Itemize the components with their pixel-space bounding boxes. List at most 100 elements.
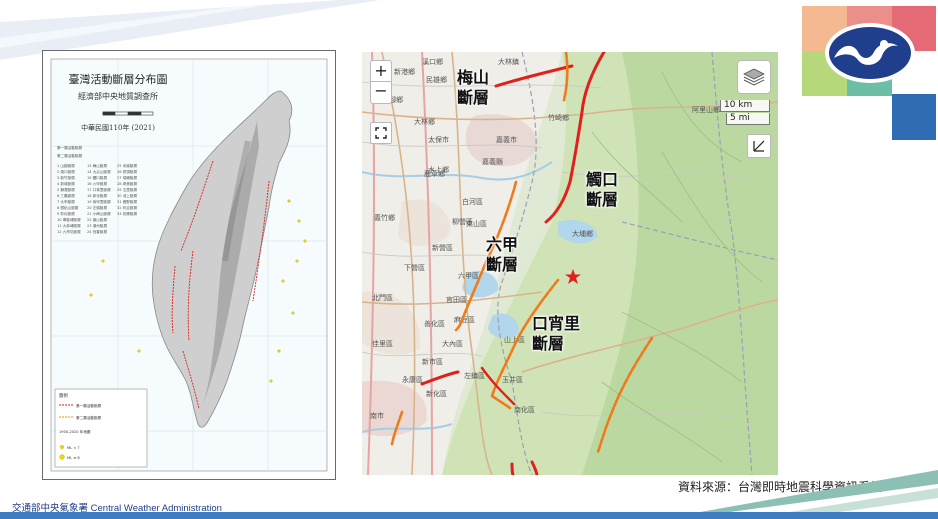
fault-label-chukou-line1: 觸口 xyxy=(586,170,619,189)
fault-label-liuchia: 六甲 斷層 xyxy=(486,235,518,275)
svg-text:太保市: 太保市 xyxy=(428,135,449,144)
svg-text:29 玉里斷層: 29 玉里斷層 xyxy=(117,187,137,192)
svg-text:第一類活動斷層: 第一類活動斷層 xyxy=(57,145,83,150)
svg-text:1 山腳斷層: 1 山腳斷層 xyxy=(57,163,75,168)
svg-text:南市: 南市 xyxy=(370,411,384,420)
svg-text:16 六甲斷層: 16 六甲斷層 xyxy=(87,181,107,186)
svg-text:嘉義市: 嘉義市 xyxy=(496,135,517,144)
epicenter-star-icon xyxy=(565,269,581,284)
svg-text:11 大茅埔斷層: 11 大茅埔斷層 xyxy=(57,223,81,228)
svg-text:六甲區: 六甲區 xyxy=(458,271,479,280)
svg-text:北門區: 北門區 xyxy=(372,294,393,302)
interactive-fault-map[interactable]: 溪口鄉大林鎮新港鄉 民雄鄉六腳鄉北港鎮 竹崎鄉太保市嘉義市 大林鄉子市嘉義縣 水… xyxy=(362,52,778,475)
svg-text:23 潮州斷層: 23 潮州斷層 xyxy=(87,223,107,228)
map-tiles[interactable]: 溪口鄉大林鎮新港鄉 民雄鄉六腳鄉北港鎮 竹崎鄉太保市嘉義市 大林鄉子市嘉義縣 水… xyxy=(362,52,778,475)
measure-button[interactable] xyxy=(747,134,771,158)
svg-text:24 恆春斷層: 24 恆春斷層 xyxy=(87,229,107,234)
svg-text:永康區: 永康區 xyxy=(402,375,423,384)
svg-text:33 初鄉斷層: 33 初鄉斷層 xyxy=(117,211,137,216)
svg-text:白河區: 白河區 xyxy=(462,197,483,206)
svg-text:大埔鄉: 大埔鄉 xyxy=(572,229,593,238)
zoom-out-button[interactable]: − xyxy=(370,82,392,104)
svg-text:ML < 7: ML < 7 xyxy=(67,446,80,450)
svg-text:義竹鄉: 義竹鄉 xyxy=(374,213,395,222)
svg-text:27 瑞穗斷層: 27 瑞穗斷層 xyxy=(117,175,137,180)
svg-text:25 米崙斷層: 25 米崙斷層 xyxy=(117,163,137,168)
svg-text:12 九芎坑斷層: 12 九芎坑斷層 xyxy=(57,229,81,234)
svg-text:鹿草鄉: 鹿草鄉 xyxy=(424,169,445,178)
fault-label-meishan: 梅山 斷層 xyxy=(457,68,489,108)
svg-text:30 池上斷層: 30 池上斷層 xyxy=(117,193,137,198)
svg-text:竹崎鄉: 竹崎鄉 xyxy=(548,113,569,122)
svg-text:3 新竹斷層: 3 新竹斷層 xyxy=(57,175,75,180)
svg-text:20 左鎮斷層: 20 左鎮斷層 xyxy=(87,205,107,210)
layers-icon xyxy=(743,68,765,86)
svg-text:17 口宵里斷層: 17 口宵里斷層 xyxy=(87,187,111,192)
svg-text:10 車籠埔斷層: 10 車籠埔斷層 xyxy=(57,217,81,222)
cwa-emblem-icon xyxy=(825,23,915,83)
svg-text:22 旗山斷層: 22 旗山斷層 xyxy=(87,217,107,222)
svg-text:柳營區: 柳營區 xyxy=(452,217,473,226)
svg-text:8 鐵砧山斷層: 8 鐵砧山斷層 xyxy=(57,205,79,210)
svg-text:ML ≥ 8: ML ≥ 8 xyxy=(67,456,80,460)
fault-label-chukou-line2: 斷層 xyxy=(586,190,619,209)
svg-text:大林鄉: 大林鄉 xyxy=(414,117,435,126)
fault-label-kouhsiaoli: 口宵里 斷層 xyxy=(532,314,580,354)
fault-label-meishan-line1: 梅山 xyxy=(457,68,490,87)
map-title: 臺灣活動斷層分布圖 xyxy=(68,73,168,86)
svg-text:圖例: 圖例 xyxy=(59,392,68,399)
taiwan-fault-map-graphic: 第一類活動斷層第二類活動斷層 1 山腳斷層2 湖口斷層3 新竹斷層 4 新城斷層… xyxy=(50,58,328,472)
svg-text:14 大尖山斷層: 14 大尖山斷層 xyxy=(87,169,111,174)
svg-text:9 彰化斷層: 9 彰化斷層 xyxy=(57,211,75,216)
svg-text:左鎮區: 左鎮區 xyxy=(464,371,485,380)
svg-text:15 觸口斷層: 15 觸口斷層 xyxy=(87,175,107,180)
svg-text:大林鎮: 大林鎮 xyxy=(498,57,519,66)
fault-label-kouhsiaoli-line2: 斷層 xyxy=(532,334,565,353)
svg-text:溪口鄉: 溪口鄉 xyxy=(422,57,443,66)
map-date: 中華民國110年 (2021) xyxy=(81,124,155,132)
svg-text:18 新化斷層: 18 新化斷層 xyxy=(87,193,107,198)
fault-label-chukou: 觸口 斷層 xyxy=(586,170,618,210)
fullscreen-icon xyxy=(375,127,387,139)
svg-text:玉井區: 玉井區 xyxy=(502,375,523,384)
svg-text:南化區: 南化區 xyxy=(514,405,535,414)
zoom-in-button[interactable]: + xyxy=(370,60,392,82)
scale-km: 10 km xyxy=(720,100,770,112)
svg-text:6 三義斷層: 6 三義斷層 xyxy=(57,193,75,198)
svg-text:7 大甲斷層: 7 大甲斷層 xyxy=(57,199,75,204)
svg-text:21 小崗山斷層: 21 小崗山斷層 xyxy=(87,211,111,216)
svg-text:官田區: 官田區 xyxy=(446,295,467,304)
fault-label-liuchia-line1: 六甲 xyxy=(486,235,519,254)
map-subtitle: 經濟部中央地質調查所 xyxy=(78,92,158,101)
svg-text:大內區: 大內區 xyxy=(442,339,463,348)
logo-tile xyxy=(892,94,936,140)
svg-text:佳里區: 佳里區 xyxy=(372,339,393,348)
svg-text:13 梅山斷層: 13 梅山斷層 xyxy=(87,163,107,168)
svg-text:19 後甲里斷層: 19 後甲里斷層 xyxy=(87,199,111,204)
svg-text:5 獅潭斷層: 5 獅潭斷層 xyxy=(57,187,75,192)
fullscreen-button[interactable] xyxy=(370,122,392,144)
scale-mi: 5 mi xyxy=(726,113,770,125)
svg-text:阿里山鄉: 阿里山鄉 xyxy=(692,105,720,114)
svg-text:新市區: 新市區 xyxy=(422,357,443,366)
svg-text:嘉義縣: 嘉義縣 xyxy=(482,157,503,166)
cwa-logo xyxy=(800,6,938,140)
svg-text:新港鄉: 新港鄉 xyxy=(394,67,415,76)
svg-text:新化區: 新化區 xyxy=(426,389,447,398)
layers-button[interactable] xyxy=(737,60,771,94)
svg-text:第一類活動斷層: 第一類活動斷層 xyxy=(76,403,102,408)
fault-label-kouhsiaoli-line1: 口宵里 xyxy=(532,314,581,333)
svg-text:26 嶺頂斷層: 26 嶺頂斷層 xyxy=(117,169,137,174)
svg-text:下營區: 下營區 xyxy=(404,263,425,272)
bottom-right-swoosh xyxy=(700,470,938,512)
svg-text:新營區: 新營區 xyxy=(432,243,453,252)
measure-icon xyxy=(753,140,765,152)
svg-text:31 鹿野斷層: 31 鹿野斷層 xyxy=(117,199,137,204)
fault-label-meishan-line2: 斷層 xyxy=(457,88,490,107)
fault-label-liuchia-line2: 斷層 xyxy=(486,255,519,274)
svg-text:第二類活動斷層: 第二類活動斷層 xyxy=(57,153,83,158)
svg-text:第二類活動斷層: 第二類活動斷層 xyxy=(76,415,102,420)
svg-text:28 奇美斷層: 28 奇美斷層 xyxy=(117,181,137,186)
svg-text:善化區: 善化區 xyxy=(424,319,445,328)
svg-text:1900-2020 年地震: 1900-2020 年地震 xyxy=(59,429,91,434)
